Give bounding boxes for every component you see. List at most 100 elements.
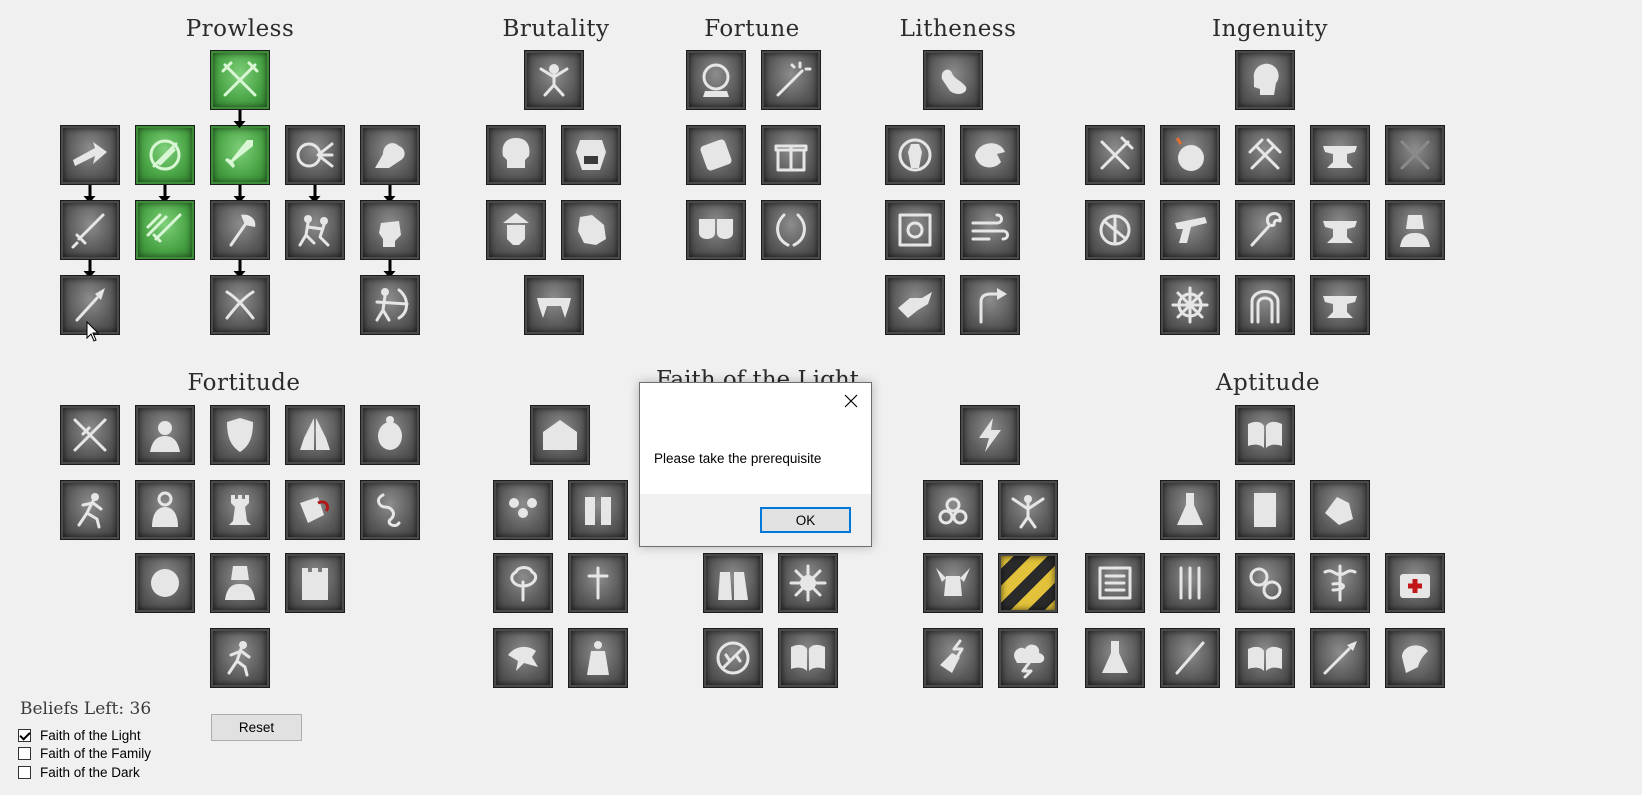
chapel-tile[interactable] <box>530 405 590 465</box>
skull-tile[interactable] <box>486 125 546 185</box>
coffin-tile[interactable] <box>885 125 945 185</box>
roaring-face-tile[interactable] <box>561 125 621 185</box>
anvil-third-tile[interactable] <box>1310 275 1370 335</box>
saint-tile[interactable] <box>135 480 195 540</box>
runner-tile[interactable] <box>60 480 120 540</box>
faith-dark-checkbox[interactable] <box>18 766 31 779</box>
crystal-ball-tile[interactable] <box>686 50 746 110</box>
dice-tile[interactable] <box>686 125 746 185</box>
triple-orbs-tile[interactable] <box>923 480 983 540</box>
beaker-tile[interactable] <box>1085 628 1145 688</box>
storm-cloud-tile[interactable] <box>998 628 1058 688</box>
lightning-tile[interactable] <box>960 405 1020 465</box>
faith-family-checkbox[interactable] <box>18 747 31 760</box>
burst-tile[interactable] <box>778 553 838 613</box>
caduceus-tile[interactable] <box>1310 553 1370 613</box>
round-shield-tile[interactable] <box>1085 200 1145 260</box>
jumping-brute-tile[interactable] <box>524 50 584 110</box>
rolling-pin-tile[interactable] <box>1160 628 1220 688</box>
anvil-alt-tile[interactable] <box>1310 200 1370 260</box>
bear-tile[interactable] <box>561 200 621 260</box>
swift-sword-tile[interactable] <box>135 200 195 260</box>
fork-knife-tile[interactable] <box>1085 125 1145 185</box>
wind-tile[interactable] <box>960 200 1020 260</box>
flexed-arm-tile[interactable] <box>360 125 420 185</box>
clapping-hands-tile[interactable] <box>1310 480 1370 540</box>
hammer-wrench-tile[interactable] <box>1235 125 1295 185</box>
tree-tile[interactable] <box>493 553 553 613</box>
safe-tile[interactable] <box>885 200 945 260</box>
hazard-stripes-tile[interactable] <box>998 553 1058 613</box>
footprint-tile[interactable] <box>923 50 983 110</box>
knight-bust-tile[interactable] <box>1385 200 1445 260</box>
fangs-tile[interactable] <box>524 275 584 335</box>
shield-tile[interactable] <box>210 405 270 465</box>
bird-tile[interactable] <box>493 628 553 688</box>
faith-dark-option[interactable]: Faith of the Dark <box>18 765 140 780</box>
lightning-hand-tile[interactable] <box>923 628 983 688</box>
grapple-fighters-tile[interactable] <box>285 200 345 260</box>
faith-light-checkbox[interactable] <box>18 729 31 742</box>
moon-tile[interactable] <box>135 553 195 613</box>
armored-knight-tile[interactable] <box>210 553 270 613</box>
glowing-figure-tile[interactable] <box>135 405 195 465</box>
laurel-wreath-tile[interactable] <box>761 200 821 260</box>
open-book-tile[interactable] <box>778 628 838 688</box>
flask-tile[interactable] <box>1160 480 1220 540</box>
scalpel-tile[interactable] <box>1310 628 1370 688</box>
fist-tile[interactable] <box>360 200 420 260</box>
winged-helm-tile[interactable] <box>923 553 983 613</box>
theatre-masks-tile[interactable] <box>686 200 746 260</box>
cross-tile[interactable] <box>1385 125 1445 185</box>
broken-swords-tile[interactable] <box>60 405 120 465</box>
crossed-blades-tile[interactable] <box>210 275 270 335</box>
bandaged-hand-tile[interactable] <box>285 480 345 540</box>
tome-tile[interactable] <box>1235 480 1295 540</box>
faith-light-option[interactable]: Faith of the Light <box>18 728 141 743</box>
magic-wand-tile[interactable] <box>761 50 821 110</box>
shocked-figure-tile[interactable] <box>998 480 1058 540</box>
leaping-beast-tile[interactable] <box>885 275 945 335</box>
crowd-tile[interactable] <box>493 480 553 540</box>
slashed-shield-tile[interactable] <box>135 125 195 185</box>
control-panel-tile[interactable] <box>1085 553 1145 613</box>
turtle-tile[interactable] <box>360 405 420 465</box>
fortress-tile[interactable] <box>285 553 345 613</box>
gift-tile[interactable] <box>761 125 821 185</box>
dagger-down-tile[interactable] <box>210 125 270 185</box>
close-icon[interactable] <box>843 393 859 409</box>
arrow-strike-tile[interactable] <box>60 125 120 185</box>
faith-family-option[interactable]: Faith of the Family <box>18 746 151 761</box>
test-tubes-tile[interactable] <box>1160 553 1220 613</box>
book-tile[interactable] <box>1235 405 1295 465</box>
sprinter-tile[interactable] <box>210 628 270 688</box>
chain-links-tile[interactable] <box>360 480 420 540</box>
helmeted-skull-tile[interactable] <box>486 200 546 260</box>
archer-tile[interactable] <box>360 275 420 335</box>
rook-tile[interactable] <box>210 480 270 540</box>
eagle-head-tile[interactable] <box>960 125 1020 185</box>
medkit-tile[interactable] <box>1385 553 1445 613</box>
anvil-tile[interactable] <box>1310 125 1370 185</box>
bomb-tile[interactable] <box>1160 125 1220 185</box>
olive-branch-tile[interactable] <box>703 628 763 688</box>
radiant-cross-tile[interactable] <box>568 553 628 613</box>
ship-wheel-tile[interactable] <box>1160 275 1220 335</box>
axe-tile[interactable] <box>210 200 270 260</box>
gears-tile[interactable] <box>1235 553 1295 613</box>
turn-arrow-tile[interactable] <box>960 275 1020 335</box>
crossed-swords-tile[interactable] <box>210 50 270 110</box>
sword-tile[interactable] <box>60 200 120 260</box>
study-book-tile[interactable] <box>1235 628 1295 688</box>
plague-mask-tile[interactable] <box>1385 628 1445 688</box>
monk-figure-tile[interactable] <box>568 628 628 688</box>
archway-tile[interactable] <box>1235 275 1295 335</box>
praying-hands-tile[interactable] <box>285 405 345 465</box>
pistol-tile[interactable] <box>1160 200 1220 260</box>
ok-button[interactable]: OK <box>760 507 851 533</box>
wrench-tile[interactable] <box>1235 200 1295 260</box>
monks-tile[interactable] <box>568 480 628 540</box>
reset-button[interactable]: Reset <box>211 714 302 741</box>
brain-head-tile[interactable] <box>1235 50 1295 110</box>
pilgrims-tile[interactable] <box>703 553 763 613</box>
